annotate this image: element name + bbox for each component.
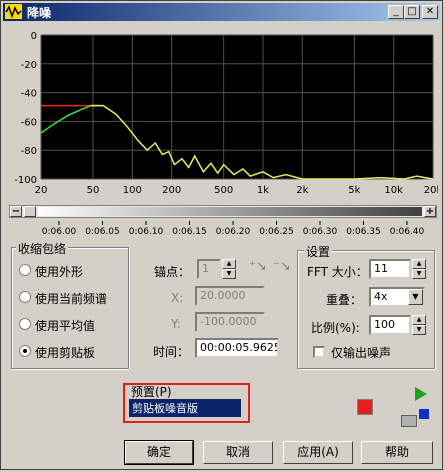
delete-preset-icon[interactable]: [357, 399, 373, 415]
envelope-radio-2[interactable]: [19, 318, 31, 330]
overlap-value: 4x: [374, 290, 388, 303]
time-label: 0:06.30: [303, 227, 338, 237]
close-icon[interactable]: ✕: [422, 5, 438, 19]
title-bar[interactable]: 降噪 _ □ ✕: [3, 3, 440, 21]
time-label: 0:06.05: [85, 227, 120, 237]
maximize-icon[interactable]: □: [404, 5, 420, 19]
y-tick-label: 0: [31, 31, 37, 42]
y-tick-label: -60: [21, 117, 37, 128]
noise-profile-svg[interactable]: 20 50 100 200 500 1k 2k 5k 10k 20k 0 -20 -40 -60 -80 -1…: [7, 27, 442, 201]
fft-size-spinner[interactable]: ▲ ▼: [412, 259, 426, 279]
envelope-group-title: 收缩包络: [16, 240, 69, 257]
envelope-radio-0[interactable]: [19, 264, 31, 276]
y-tick-label: -80: [21, 146, 37, 157]
anchor-field[interactable]: 1: [197, 259, 221, 279]
x-tick-label: 500: [214, 185, 233, 196]
x-tick-label: 1k: [257, 185, 269, 196]
waveform-app-icon: [5, 4, 22, 19]
cancel-button[interactable]: 取消: [203, 441, 273, 464]
time-label: 0:06.25: [259, 227, 294, 237]
x-tick-label: 50: [87, 185, 100, 196]
ratio-spinner[interactable]: ▲ ▼: [412, 315, 426, 335]
x-tick-label: 5k: [348, 185, 360, 196]
ok-button[interactable]: 确定: [124, 440, 194, 465]
ratio-label: 比例(%):: [311, 321, 360, 335]
noise-only-checkbox[interactable]: [313, 346, 325, 358]
stop-preview-icon[interactable]: [419, 409, 429, 419]
x-tick-label: 100: [123, 185, 142, 196]
overlap-select[interactable]: 4x ▼: [369, 287, 425, 307]
window-title: 降噪: [27, 6, 52, 20]
y-tick-label: -20: [21, 60, 37, 71]
time-label: 时间：: [153, 345, 190, 359]
envelope-radio-3[interactable]: [19, 345, 31, 357]
overlap-label: 重叠：: [326, 293, 363, 307]
x-tick-label: 20: [35, 185, 48, 196]
play-preview-icon[interactable]: [415, 387, 427, 401]
dropdown-arrow-icon[interactable]: ▼: [408, 289, 423, 305]
apply-button[interactable]: 应用(A): [283, 441, 353, 464]
preview-options-icon[interactable]: [401, 415, 417, 427]
fft-size-field[interactable]: 11: [369, 259, 411, 279]
time-label: 0:06.00: [42, 227, 77, 237]
settings-group-title: 设置: [304, 243, 333, 260]
time-label: 0:06.10: [129, 227, 164, 237]
envelope-option-label[interactable]: 使用外形: [35, 263, 83, 280]
y-label: Y:: [171, 317, 181, 331]
time-label: 0:06.20: [216, 227, 251, 237]
envelope-option-label[interactable]: 使用当前频谱: [35, 290, 107, 307]
envelope-radio-1[interactable]: [19, 291, 31, 303]
fft-size-label: FFT 大小：: [307, 265, 368, 279]
y-field[interactable]: -100.0000: [195, 312, 265, 332]
y-tick-label: -100: [14, 175, 37, 186]
x-field[interactable]: 20.0000: [195, 286, 265, 306]
remove-anchor-icon[interactable]: ⁻↘: [273, 259, 291, 274]
scroll-thumb[interactable]: [24, 206, 36, 217]
help-button[interactable]: 帮助: [361, 441, 433, 464]
time-label: 0:06.15: [172, 227, 207, 237]
x-tick-label: 2k: [296, 185, 308, 196]
y-tick-label: -40: [21, 89, 37, 100]
preset-label: 预置(P): [131, 385, 172, 399]
preset-select[interactable]: 剪贴板噪音版: [129, 399, 241, 417]
add-anchor-icon[interactable]: ⁺↘: [249, 259, 267, 274]
time-label: 0:06.35: [346, 227, 381, 237]
ratio-field[interactable]: 100: [369, 315, 411, 335]
noise-profile-chart[interactable]: 20 50 100 200 500 1k 2k 5k 10k 20k 0 -20 -40 -60 -80 -1…: [7, 27, 442, 201]
x-label: X:: [171, 291, 184, 305]
plot-area: [41, 35, 433, 179]
zoom-out-button[interactable]: −: [10, 206, 22, 217]
x-tick-label: 20k: [424, 185, 438, 196]
x-tick-label: 200: [162, 185, 181, 196]
time-label: 0:06.40: [390, 227, 425, 237]
minimize-icon[interactable]: _: [388, 5, 404, 19]
horizontal-zoom-scrollbar[interactable]: − +: [9, 205, 437, 218]
envelope-option-label[interactable]: 使用剪贴板: [35, 344, 95, 361]
scroll-track[interactable]: [38, 207, 422, 216]
time-field[interactable]: 00:00:05.96254: [195, 338, 279, 358]
anchor-spinner[interactable]: ▲ ▼: [222, 259, 236, 279]
envelope-option-label[interactable]: 使用平均值: [35, 317, 95, 334]
noise-only-label: 仅输出噪声: [331, 346, 392, 360]
x-tick-label: 10k: [384, 185, 403, 196]
anchor-label: 锚点：: [154, 265, 191, 279]
zoom-in-button[interactable]: +: [424, 206, 436, 217]
noise-reduction-window: 降噪 _ □ ✕ 20 50 100 200 500 1k 2k 5k 10k 20k 0 -20 -4…: [0, 0, 443, 470]
time-ruler: 0:06.00 0:06.05 0:06.10 0:06.15 0:06.20 0:06.…: [42, 221, 425, 237]
